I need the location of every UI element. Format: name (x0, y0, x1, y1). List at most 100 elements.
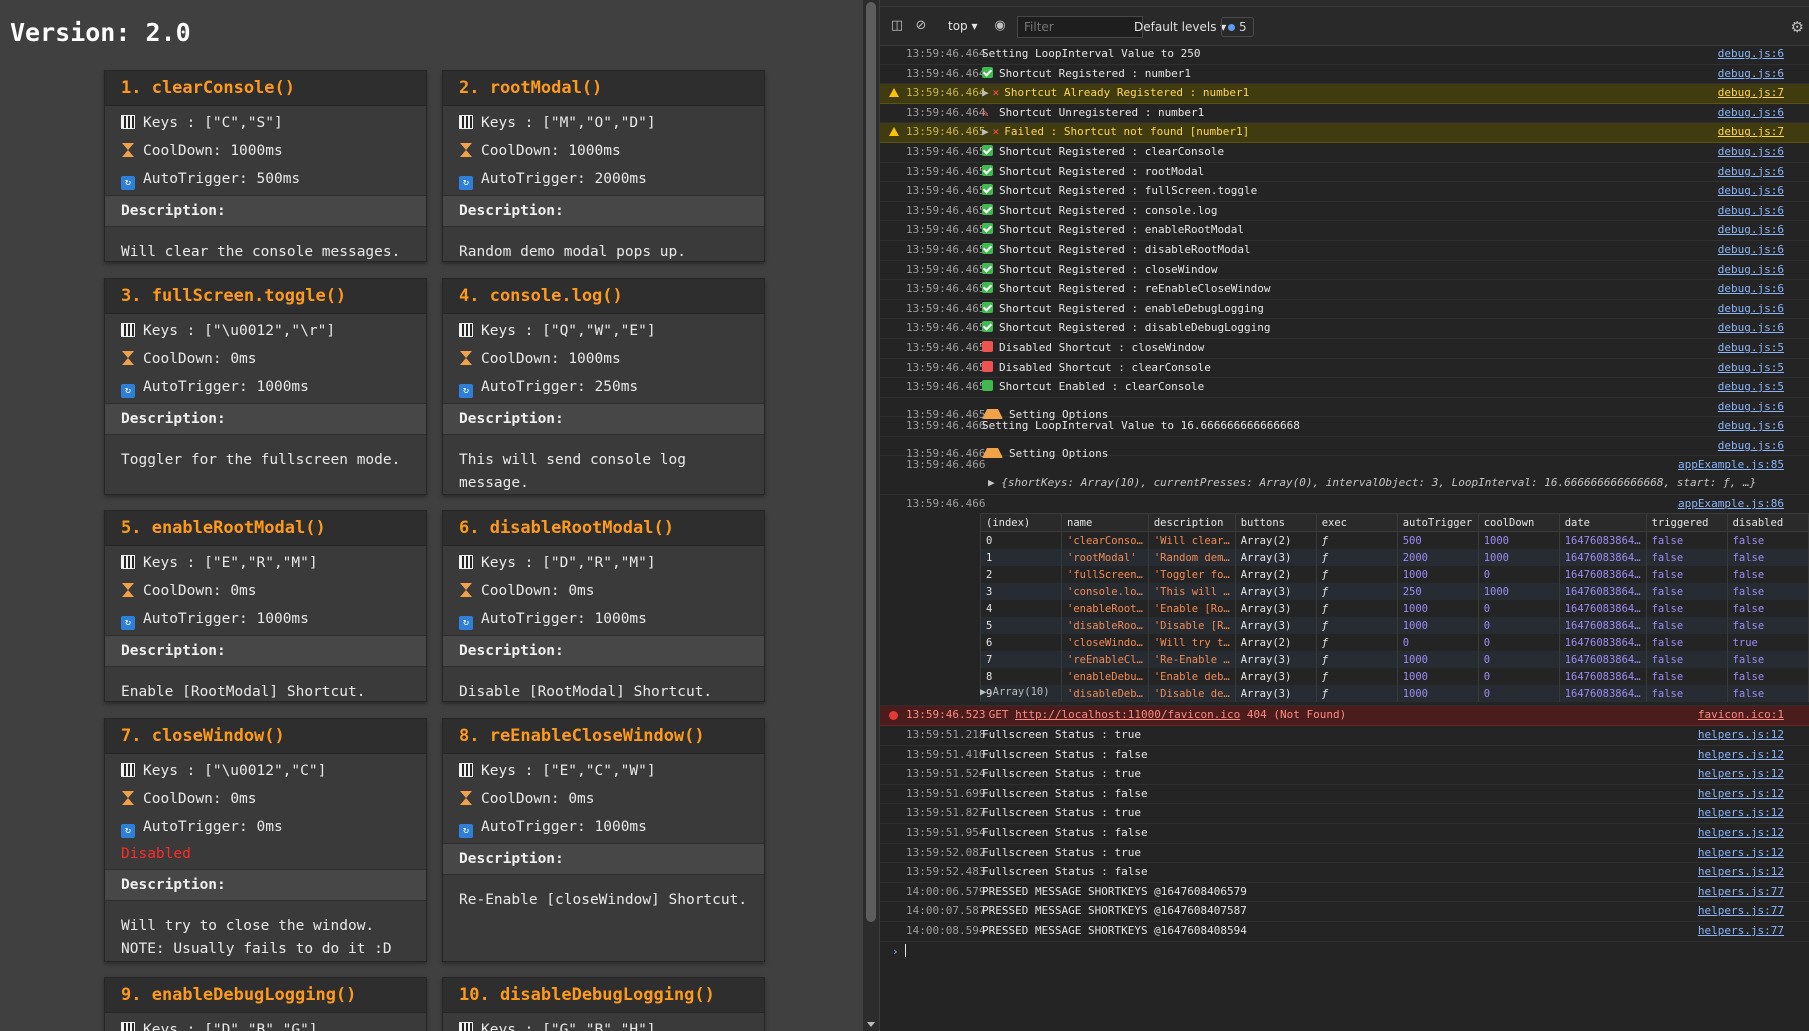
gear-icon[interactable]: ⚙ (1791, 18, 1804, 36)
card-title: 2. rootModal() (443, 71, 764, 106)
table-cell[interactable]: ƒ (1315, 634, 1398, 652)
table-cell[interactable]: ƒ (1315, 549, 1398, 567)
log-entry: 13:59:46.465 Shortcut Registered : reEnab… (880, 280, 1809, 300)
table-cell[interactable]: Array(3) (1234, 651, 1317, 669)
table-cell[interactable]: Array(3) (1234, 617, 1317, 635)
table-cell[interactable]: Array(3) (1234, 600, 1317, 618)
page-scrollbar[interactable] (863, 0, 879, 1031)
clear-console-icon[interactable]: ⊘ (914, 19, 928, 33)
scroll-down-arrow-icon[interactable] (867, 1022, 875, 1027)
table-cell[interactable]: ƒ (1315, 685, 1398, 703)
log-source-link[interactable]: debug.js:6 (1718, 300, 1784, 319)
log-source-link[interactable]: debug.js:6 (1718, 202, 1784, 221)
array-expand-toggle[interactable]: ▶ Array(10) (980, 686, 1050, 698)
table-cell[interactable]: Array(2) (1234, 566, 1317, 584)
table-cell[interactable]: ƒ (1315, 668, 1398, 686)
log-source-link[interactable]: helpers.js:77 (1698, 902, 1784, 921)
log-source-link[interactable]: debug.js:5 (1718, 378, 1784, 397)
sidebar-toggle-icon[interactable]: ◫ (890, 19, 904, 33)
log-source-link[interactable]: debug.js:7 (1718, 123, 1784, 142)
page-scrollbar-thumb[interactable] (866, 2, 876, 922)
log-source-link[interactable]: favicon.ico:1 (1698, 706, 1784, 725)
log-source-link[interactable]: debug.js:6 (1718, 45, 1784, 64)
keys-value: ["D","R","M"] (542, 555, 656, 571)
log-source-link[interactable]: debug.js:6 (1718, 417, 1784, 436)
log-source-link[interactable]: debug.js:6 (1718, 182, 1784, 201)
log-source-link[interactable]: helpers.js:12 (1698, 746, 1784, 765)
log-source-link[interactable]: debug.js:6 (1718, 143, 1784, 162)
log-source-link[interactable]: helpers.js:12 (1698, 804, 1784, 823)
filter-input[interactable] (1017, 16, 1143, 38)
log-source-link[interactable]: debug.js:6 (1718, 398, 1784, 417)
object-log-entry[interactable]: 13:59:46.466 appExample.js:85 ▶ {shortKe… (880, 456, 1809, 496)
table-column-header[interactable]: exec (1315, 513, 1398, 533)
card-keys-row: Keys : ["\u0012","C"] (105, 757, 426, 785)
expand-triangle-icon[interactable]: ▶ (982, 86, 989, 99)
autotrigger-label: AutoTrigger: (143, 611, 257, 627)
table-cell[interactable]: ƒ (1315, 651, 1398, 669)
log-source-link[interactable]: debug.js:7 (1718, 84, 1784, 103)
table-cell[interactable]: Array(2) (1234, 634, 1317, 652)
log-source-link[interactable]: appExample.js:86 (1678, 497, 1784, 510)
eye-icon[interactable]: ◉ (993, 19, 1007, 33)
log-source-link[interactable]: debug.js:5 (1718, 359, 1784, 378)
console-prompt[interactable]: › (880, 942, 1809, 962)
table-cell[interactable]: Array(3) (1234, 685, 1317, 703)
log-source-link[interactable]: debug.js:6 (1718, 319, 1784, 338)
table-column-header[interactable]: date (1558, 513, 1647, 533)
error-url-link[interactable]: http://localhost:11000/favicon.ico (1015, 708, 1240, 721)
table-cell: 'Enable deb… (1147, 668, 1236, 686)
log-source-link[interactable]: helpers.js:77 (1698, 883, 1784, 902)
log-message: PRESSED MESSAGE SHORTKEYS @1647608408594 (982, 924, 1247, 937)
log-timestamp: 13:59:46.466 (906, 419, 986, 433)
console-toolbar: ◫ ⊘ top ▾ ◉ Default levels ▾ 5 ⚙ (880, 7, 1809, 46)
object-preview[interactable]: ▶ {shortKeys: Array(10), currentPresses:… (906, 474, 1809, 492)
autotrigger-label: AutoTrigger: (143, 379, 257, 395)
table-column-header[interactable]: description (1147, 513, 1236, 533)
table-cell[interactable]: ƒ (1315, 617, 1398, 635)
log-source-link[interactable]: debug.js:6 (1718, 163, 1784, 182)
log-source-link[interactable]: debug.js:6 (1718, 437, 1784, 456)
table-row: 2'fullScreen… 'Toggler fo… Array(2) ƒ 1000 0 1… (980, 566, 1809, 584)
log-source-link[interactable]: debug.js:6 (1718, 261, 1784, 280)
log-source-link[interactable]: helpers.js:12 (1698, 765, 1784, 784)
table-cell[interactable]: ƒ (1315, 566, 1398, 584)
table-column-header[interactable]: coolDown (1477, 513, 1560, 533)
log-source-link[interactable]: debug.js:6 (1718, 104, 1784, 123)
check-mark-icon (982, 164, 993, 176)
warning-log-entry: 13:59:46.464▶ ✕ Shortcut Already Registere… (880, 84, 1809, 104)
log-source-link[interactable]: helpers.js:77 (1698, 922, 1784, 941)
log-levels-dropdown[interactable]: Default levels ▾ (1134, 18, 1226, 36)
table-cell[interactable]: Array(2) (1234, 531, 1317, 550)
log-source-link[interactable]: helpers.js:12 (1698, 844, 1784, 863)
log-source-link[interactable]: debug.js:6 (1718, 280, 1784, 299)
error-log-entry: 13:59:46.523 GET http://localhost:11000/… (880, 706, 1809, 727)
table-cell[interactable]: ƒ (1315, 583, 1398, 601)
issues-badge[interactable]: 5 (1221, 17, 1254, 37)
log-source-link[interactable]: helpers.js:12 (1698, 824, 1784, 843)
table-column-header[interactable]: buttons (1234, 513, 1317, 533)
issues-count: 5 (1239, 20, 1247, 34)
error-method: GET (988, 708, 1009, 722)
log-source-link[interactable]: appExample.js:85 (1678, 456, 1784, 474)
log-source-link[interactable]: debug.js:6 (1718, 221, 1784, 240)
log-source-link[interactable]: helpers.js:12 (1698, 785, 1784, 804)
table-column-header[interactable]: triggered (1645, 513, 1728, 533)
log-source-link[interactable]: debug.js:5 (1718, 339, 1784, 358)
table-column-header[interactable]: (index) (980, 513, 1062, 533)
table-cell[interactable]: Array(3) (1234, 668, 1317, 686)
context-select[interactable]: top ▾ (942, 17, 986, 35)
table-column-header[interactable]: autoTrigger (1396, 513, 1479, 533)
log-source-link[interactable]: helpers.js:12 (1698, 863, 1784, 882)
log-source-link[interactable]: debug.js:6 (1718, 241, 1784, 260)
console-log-area[interactable]: 13:59:46.464Setting LoopInterval Value t… (880, 45, 1809, 1031)
log-source-link[interactable]: helpers.js:12 (1698, 726, 1784, 745)
table-cell[interactable]: Array(3) (1234, 583, 1317, 601)
log-source-link[interactable]: debug.js:6 (1718, 65, 1784, 84)
table-cell[interactable]: ƒ (1315, 531, 1398, 550)
table-column-header[interactable]: name (1061, 513, 1149, 533)
table-column-header[interactable]: disabled (1726, 513, 1809, 533)
table-cell[interactable]: ƒ (1315, 600, 1398, 618)
table-cell[interactable]: Array(3) (1234, 549, 1317, 567)
expand-triangle-icon[interactable]: ▶ (982, 125, 989, 138)
